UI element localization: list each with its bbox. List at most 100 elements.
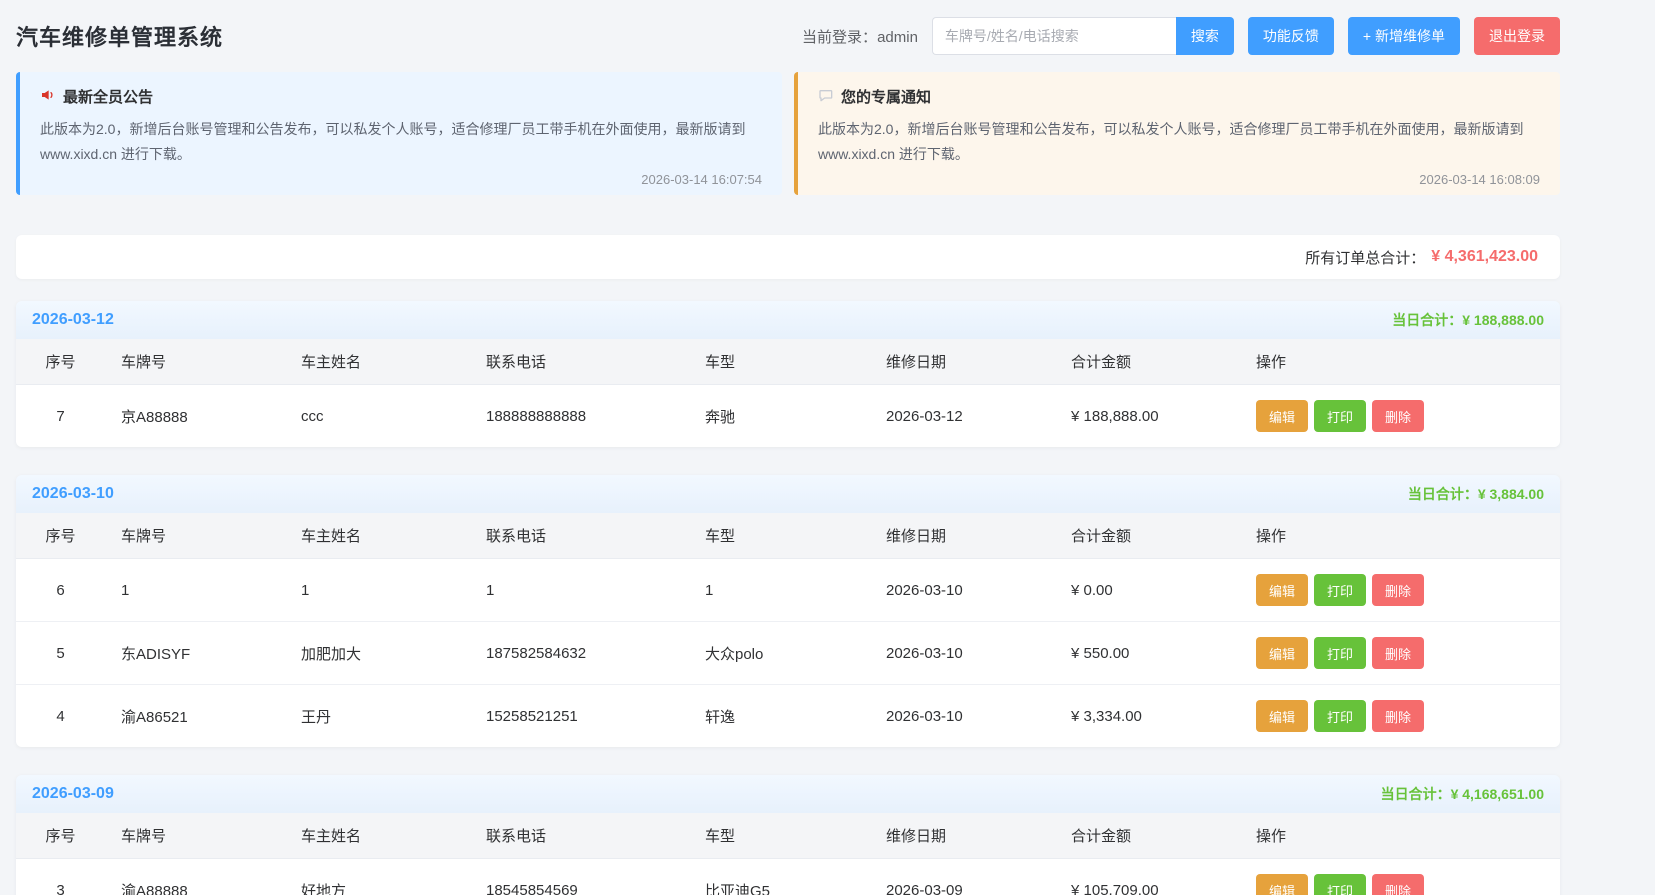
print-button[interactable]: 打印 bbox=[1314, 700, 1366, 732]
edit-button[interactable]: 编辑 bbox=[1256, 700, 1308, 732]
column-header: 序号 bbox=[16, 513, 105, 559]
edit-button[interactable]: 编辑 bbox=[1256, 400, 1308, 432]
orders-table: 序号车牌号车主姓名联系电话车型维修日期合计金额操作 7 京A88888 ccc … bbox=[16, 339, 1560, 447]
cell-amount: ¥ 0.00 bbox=[1055, 559, 1240, 622]
cell-amount: ¥ 105,709.00 bbox=[1055, 859, 1240, 895]
page: 汽车维修单管理系统 当前登录：admin 搜索 功能反馈 + 新增维修单 退出登… bbox=[16, 0, 1560, 895]
delete-button[interactable]: 删除 bbox=[1372, 700, 1424, 732]
column-header: 合计金额 bbox=[1055, 813, 1240, 859]
day-section-header: 2026-03-10 当日合计：¥ 3,884.00 bbox=[16, 475, 1560, 513]
edit-button[interactable]: 编辑 bbox=[1256, 637, 1308, 669]
edit-button[interactable]: 编辑 bbox=[1256, 574, 1308, 606]
day-total-amount: ¥ 4,168,651.00 bbox=[1451, 786, 1544, 802]
day-total: 当日合计：¥ 4,168,651.00 bbox=[1381, 784, 1544, 804]
logout-button[interactable]: 退出登录 bbox=[1474, 17, 1560, 55]
current-login-user: admin bbox=[877, 29, 918, 46]
cell-model: 大众polo bbox=[689, 622, 870, 685]
cell-phone: 1 bbox=[470, 559, 689, 622]
cell-actions: 编辑 打印 删除 bbox=[1240, 859, 1560, 895]
personal-notice-title: 您的专属通知 bbox=[841, 86, 931, 107]
day-total-label: 当日合计： bbox=[1408, 486, 1478, 502]
column-header: 维修日期 bbox=[870, 339, 1055, 385]
print-button[interactable]: 打印 bbox=[1314, 637, 1366, 669]
table-header-row: 序号车牌号车主姓名联系电话车型维修日期合计金额操作 bbox=[16, 513, 1560, 559]
column-header: 序号 bbox=[16, 339, 105, 385]
cell-amount: ¥ 550.00 bbox=[1055, 622, 1240, 685]
column-header: 合计金额 bbox=[1055, 513, 1240, 559]
column-header: 操作 bbox=[1240, 513, 1560, 559]
day-date: 2026-03-12 bbox=[32, 311, 114, 329]
search-button[interactable]: 搜索 bbox=[1176, 17, 1234, 55]
cell-seq: 5 bbox=[16, 622, 105, 685]
cell-date: 2026-03-09 bbox=[870, 859, 1055, 895]
day-section: 2026-03-10 当日合计：¥ 3,884.00 序号车牌号车主姓名联系电话… bbox=[16, 475, 1560, 747]
notice-row: 最新全员公告 此版本为2.0，新增后台账号管理和公告发布，可以私发个人账号，适合… bbox=[16, 72, 1560, 195]
day-total: 当日合计：¥ 3,884.00 bbox=[1408, 484, 1544, 504]
column-header: 维修日期 bbox=[870, 513, 1055, 559]
cell-model: 比亚迪G5 bbox=[689, 859, 870, 895]
announcement-panel: 最新全员公告 此版本为2.0，新增后台账号管理和公告发布，可以私发个人账号，适合… bbox=[16, 72, 782, 195]
feedback-button[interactable]: 功能反馈 bbox=[1248, 17, 1334, 55]
cell-model: 奔驰 bbox=[689, 385, 870, 448]
cell-model: 轩逸 bbox=[689, 685, 870, 748]
delete-button[interactable]: 删除 bbox=[1372, 400, 1424, 432]
cell-amount: ¥ 188,888.00 bbox=[1055, 385, 1240, 448]
column-header: 联系电话 bbox=[470, 513, 689, 559]
personal-notice-timestamp: 2026-03-14 16:08:09 bbox=[818, 166, 1540, 187]
cell-seq: 3 bbox=[16, 859, 105, 895]
cell-phone: 188888888888 bbox=[470, 385, 689, 448]
table-row: 3 渝A88888 好地方 18545854569 比亚迪G5 2026-03-… bbox=[16, 859, 1560, 895]
cell-model: 1 bbox=[689, 559, 870, 622]
add-repair-order-button[interactable]: + 新增维修单 bbox=[1348, 17, 1460, 55]
delete-button[interactable]: 删除 bbox=[1372, 874, 1424, 895]
day-section: 2026-03-09 当日合计：¥ 4,168,651.00 序号车牌号车主姓名… bbox=[16, 775, 1560, 895]
cell-plate: 渝A88888 bbox=[105, 859, 285, 895]
page-title: 汽车维修单管理系统 bbox=[16, 20, 223, 52]
print-button[interactable]: 打印 bbox=[1314, 574, 1366, 606]
column-header: 操作 bbox=[1240, 339, 1560, 385]
day-date: 2026-03-10 bbox=[32, 485, 114, 503]
day-total: 当日合计：¥ 188,888.00 bbox=[1392, 310, 1544, 330]
day-total-label: 当日合计： bbox=[1381, 786, 1451, 802]
edit-button[interactable]: 编辑 bbox=[1256, 874, 1308, 895]
print-button[interactable]: 打印 bbox=[1314, 400, 1366, 432]
search-input[interactable] bbox=[932, 17, 1176, 55]
day-date: 2026-03-09 bbox=[32, 785, 114, 803]
table-body: 6 1 1 1 1 2026-03-10 ¥ 0.00 编辑 打印 删除 5 东… bbox=[16, 559, 1560, 748]
cell-actions: 编辑 打印 删除 bbox=[1240, 559, 1560, 622]
column-header: 车牌号 bbox=[105, 813, 285, 859]
announcement-title-row: 最新全员公告 bbox=[40, 86, 762, 107]
column-header: 车型 bbox=[689, 513, 870, 559]
table-header-row: 序号车牌号车主姓名联系电话车型维修日期合计金额操作 bbox=[16, 813, 1560, 859]
current-login-label: 当前登录： bbox=[802, 29, 877, 46]
announcement-timestamp: 2026-03-14 16:07:54 bbox=[40, 166, 762, 187]
cell-owner: 1 bbox=[285, 559, 470, 622]
personal-notice-body: 此版本为2.0，新增后台账号管理和公告发布，可以私发个人账号，适合修理厂员工带手… bbox=[818, 117, 1540, 166]
table-row: 6 1 1 1 1 2026-03-10 ¥ 0.00 编辑 打印 删除 bbox=[16, 559, 1560, 622]
table-row: 4 渝A86521 王丹 15258521251 轩逸 2026-03-10 ¥… bbox=[16, 685, 1560, 748]
top-bar-right: 当前登录：admin 搜索 功能反馈 + 新增维修单 退出登录 bbox=[802, 17, 1560, 55]
table-body: 7 京A88888 ccc 188888888888 奔驰 2026-03-12… bbox=[16, 385, 1560, 448]
megaphone-icon bbox=[40, 87, 56, 107]
cell-amount: ¥ 3,334.00 bbox=[1055, 685, 1240, 748]
cell-date: 2026-03-10 bbox=[870, 559, 1055, 622]
cell-owner: 加肥加大 bbox=[285, 622, 470, 685]
column-header: 车牌号 bbox=[105, 513, 285, 559]
grand-total-label: 所有订单总合计： bbox=[1305, 247, 1425, 268]
column-header: 车牌号 bbox=[105, 339, 285, 385]
cell-date: 2026-03-10 bbox=[870, 622, 1055, 685]
cell-phone: 15258521251 bbox=[470, 685, 689, 748]
delete-button[interactable]: 删除 bbox=[1372, 637, 1424, 669]
cell-actions: 编辑 打印 删除 bbox=[1240, 622, 1560, 685]
column-header: 序号 bbox=[16, 813, 105, 859]
cell-date: 2026-03-12 bbox=[870, 385, 1055, 448]
delete-button[interactable]: 删除 bbox=[1372, 574, 1424, 606]
column-header: 联系电话 bbox=[470, 813, 689, 859]
table-row: 5 东ADISYF 加肥加大 187582584632 大众polo 2026-… bbox=[16, 622, 1560, 685]
print-button[interactable]: 打印 bbox=[1314, 874, 1366, 895]
column-header: 车型 bbox=[689, 813, 870, 859]
top-bar: 汽车维修单管理系统 当前登录：admin 搜索 功能反馈 + 新增维修单 退出登… bbox=[16, 0, 1560, 72]
cell-owner: 王丹 bbox=[285, 685, 470, 748]
announcement-body: 此版本为2.0，新增后台账号管理和公告发布，可以私发个人账号，适合修理厂员工带手… bbox=[40, 117, 762, 166]
cell-date: 2026-03-10 bbox=[870, 685, 1055, 748]
